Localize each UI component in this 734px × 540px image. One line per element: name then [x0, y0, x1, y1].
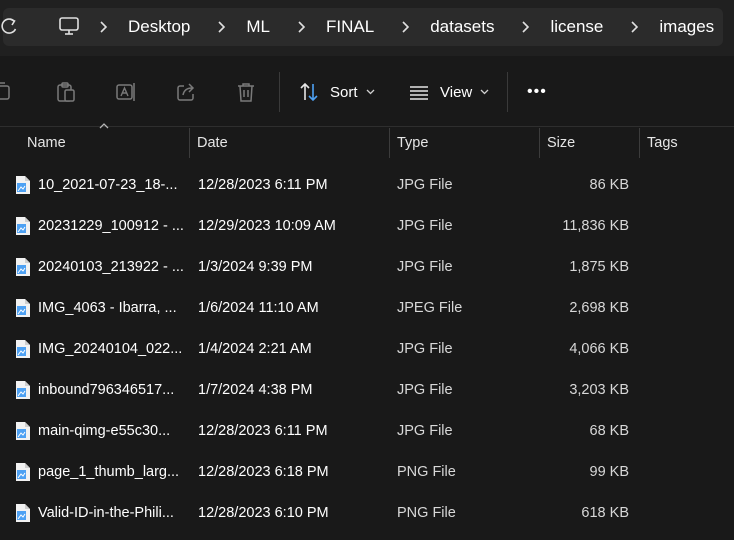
chevron-right-icon[interactable]: [96, 20, 110, 34]
image-file-icon: [14, 328, 32, 369]
image-file-icon: [14, 492, 32, 533]
delete-icon[interactable]: [235, 81, 257, 103]
column-divider[interactable]: [389, 128, 390, 158]
file-type: JPG File: [397, 217, 453, 234]
chevron-down-icon: [480, 89, 489, 95]
breadcrumb-license[interactable]: license: [550, 17, 603, 37]
chevron-right-icon[interactable]: [627, 20, 641, 34]
column-header: Name Date Type Size Tags: [0, 126, 734, 160]
image-file-icon: [14, 205, 32, 246]
file-date: 1/4/2024 2:21 AM: [198, 340, 312, 357]
file-date: 12/28/2023 6:11 PM: [198, 176, 328, 193]
file-name: inbound796346517...: [38, 381, 175, 398]
column-divider[interactable]: [189, 128, 190, 158]
more-options-button[interactable]: •••: [527, 78, 547, 106]
image-file-icon: [14, 410, 32, 451]
view-label: View: [440, 83, 473, 101]
copy-icon[interactable]: [0, 81, 14, 103]
image-file-icon: [14, 246, 32, 287]
file-size: 86 KB: [589, 176, 630, 193]
file-row[interactable]: IMG_20240104_022... 1/4/2024 2:21 AM JPG…: [0, 328, 734, 369]
chevron-right-icon[interactable]: [518, 20, 532, 34]
file-size: 11,836 KB: [562, 217, 629, 234]
column-name[interactable]: Name: [27, 126, 66, 160]
column-tags[interactable]: Tags: [647, 126, 678, 160]
file-name: IMG_20240104_022...: [38, 340, 183, 357]
rename-icon[interactable]: [115, 81, 137, 103]
file-size: 1,875 KB: [569, 258, 629, 275]
file-name: 20231229_100912 - ...: [38, 217, 184, 234]
file-type: JPEG File: [397, 299, 463, 316]
column-divider[interactable]: [639, 128, 640, 158]
file-date: 12/28/2023 6:10 PM: [198, 504, 329, 521]
breadcrumb: Desktop ML FINAL datasets license images: [96, 8, 734, 46]
file-size: 99 KB: [589, 463, 630, 480]
file-explorer-window: Desktop ML FINAL datasets license images: [0, 0, 734, 540]
file-row[interactable]: IMG_4063 - Ibarra, ... 1/6/2024 11:10 AM…: [0, 287, 734, 328]
file-row[interactable]: main-qimg-e55c30... 12/28/2023 6:11 PM J…: [0, 410, 734, 451]
image-file-icon: [14, 369, 32, 410]
file-type: JPG File: [397, 340, 453, 357]
file-size: 618 KB: [581, 504, 629, 521]
file-size: 68 KB: [589, 422, 630, 439]
toolbar-divider: [279, 72, 280, 112]
image-file-icon: [14, 451, 32, 492]
file-name: 10_2021-07-23_18-...: [38, 176, 178, 193]
column-size[interactable]: Size: [547, 126, 575, 160]
command-bar: Sort View •••: [0, 56, 734, 127]
chevron-right-icon[interactable]: [294, 20, 308, 34]
column-date[interactable]: Date: [197, 126, 228, 160]
share-icon[interactable]: [175, 81, 197, 103]
file-date: 12/28/2023 6:11 PM: [198, 422, 328, 439]
file-type: PNG File: [397, 463, 456, 480]
file-row[interactable]: page_1_thumb_larg... 12/28/2023 6:18 PM …: [0, 451, 734, 492]
refresh-icon[interactable]: [0, 16, 20, 36]
file-row[interactable]: 20231229_100912 - ... 12/29/2023 10:09 A…: [0, 205, 734, 246]
file-size: 3,203 KB: [569, 381, 629, 398]
chevron-down-icon: [366, 89, 374, 95]
file-name: main-qimg-e55c30...: [38, 422, 171, 439]
image-file-icon: [14, 164, 32, 205]
view-button[interactable]: View: [408, 78, 499, 106]
file-name: 20240103_213922 - ...: [38, 258, 184, 275]
image-file-icon: [14, 287, 32, 328]
file-type: JPG File: [397, 381, 453, 398]
sort-icon: [300, 82, 318, 102]
file-type: JPG File: [397, 422, 453, 439]
file-row[interactable]: 20240103_213922 - ... 1/3/2024 9:39 PM J…: [0, 246, 734, 287]
breadcrumb-datasets[interactable]: datasets: [430, 17, 494, 37]
file-row[interactable]: inbound796346517... 1/7/2024 4:38 PM JPG…: [0, 369, 734, 410]
file-date: 1/6/2024 11:10 AM: [198, 299, 319, 316]
breadcrumb-images[interactable]: images: [659, 17, 714, 37]
file-row[interactable]: 10_2021-07-23_18-... 12/28/2023 6:11 PM …: [0, 164, 734, 205]
file-date: 1/3/2024 9:39 PM: [198, 258, 313, 275]
file-type: JPG File: [397, 258, 453, 275]
view-list-icon: [410, 86, 428, 100]
sort-label: Sort: [330, 83, 358, 101]
file-name: Valid-ID-in-the-Phili...: [38, 504, 174, 521]
file-date: 12/28/2023 6:18 PM: [198, 463, 329, 480]
file-date: 1/7/2024 4:38 PM: [198, 381, 313, 398]
file-date: 12/29/2023 10:09 AM: [198, 217, 336, 234]
breadcrumb-desktop[interactable]: Desktop: [128, 17, 190, 37]
file-name: IMG_4063 - Ibarra, ...: [38, 299, 177, 316]
file-type: PNG File: [397, 504, 456, 521]
this-pc-icon[interactable]: [58, 15, 80, 37]
file-name: page_1_thumb_larg...: [38, 463, 180, 480]
sort-button[interactable]: Sort: [298, 78, 385, 106]
chevron-right-icon[interactable]: [214, 20, 228, 34]
file-list: 10_2021-07-23_18-... 12/28/2023 6:11 PM …: [0, 164, 734, 533]
breadcrumb-ml[interactable]: ML: [246, 17, 270, 37]
column-divider[interactable]: [539, 128, 540, 158]
chevron-right-icon[interactable]: [398, 20, 412, 34]
file-row[interactable]: Valid-ID-in-the-Phili... 12/28/2023 6:10…: [0, 492, 734, 533]
breadcrumb-final[interactable]: FINAL: [326, 17, 374, 37]
file-size: 2,698 KB: [569, 299, 629, 316]
toolbar-divider: [507, 72, 508, 112]
paste-icon[interactable]: [55, 81, 77, 103]
column-type[interactable]: Type: [397, 126, 428, 160]
file-size: 4,066 KB: [569, 340, 629, 357]
file-type: JPG File: [397, 176, 453, 193]
